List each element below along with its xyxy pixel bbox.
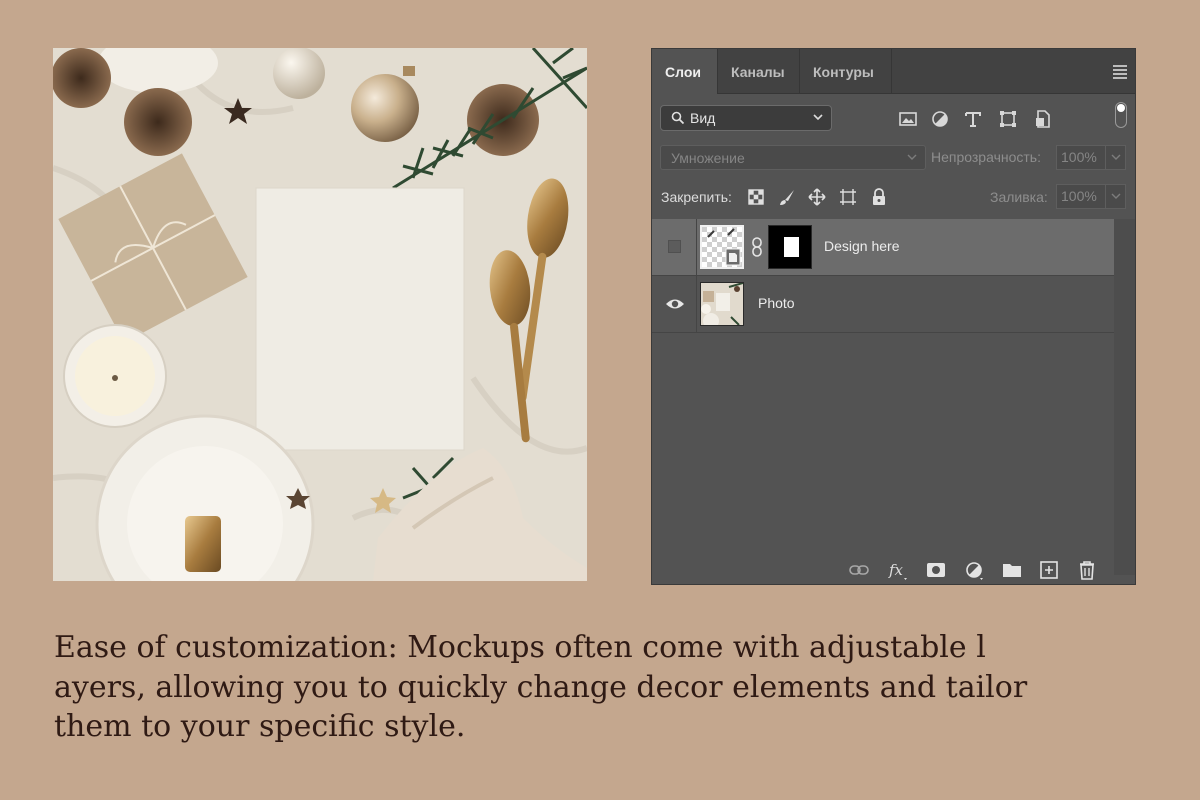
fill-dropdown-button[interactable]	[1106, 184, 1126, 209]
layer-name-photo[interactable]: Photo	[758, 295, 795, 311]
filter-shape-layers-icon[interactable]	[998, 109, 1018, 129]
opacity-input[interactable]: 100%	[1056, 145, 1106, 170]
caption-line-2: ayers, allowing you to quickly change de…	[54, 669, 1028, 705]
link-layers-icon[interactable]	[848, 559, 870, 581]
layer-visibility-toggle[interactable]	[652, 276, 697, 332]
blend-row: Умножение Непрозрачность: 100%	[652, 145, 1135, 171]
chevron-down-icon	[813, 114, 823, 121]
tab-layers[interactable]: Слои	[652, 49, 718, 94]
panel-tab-bar: Слои Каналы Контуры	[652, 49, 1135, 94]
layer-effects-fx-icon[interactable]: fx	[888, 559, 910, 581]
layer-row-design-here[interactable]: Design here	[652, 219, 1114, 276]
visibility-off-box	[668, 240, 681, 253]
layer-mask-thumbnail[interactable]	[768, 225, 812, 269]
layer-smart-object-thumbnail[interactable]	[700, 225, 744, 269]
svg-text:fx: fx	[888, 561, 904, 579]
lock-label: Закрепить:	[661, 189, 732, 205]
layer-filter-select[interactable]: Вид	[660, 105, 832, 131]
panel-menu-icon[interactable]	[1113, 65, 1127, 81]
filter-toggle-switch[interactable]	[1115, 102, 1127, 128]
caption-text: Ease of customization: Mockups often com…	[54, 628, 1054, 747]
filter-adjustment-layers-icon[interactable]	[930, 109, 950, 129]
fill-input[interactable]: 100%	[1056, 184, 1106, 209]
filter-row: Вид	[652, 102, 1135, 133]
chevron-down-icon	[1111, 154, 1121, 160]
opacity-label: Непрозрачность:	[931, 149, 1041, 165]
delete-layer-trash-icon[interactable]	[1076, 559, 1098, 581]
fill-label: Заливка:	[990, 189, 1048, 205]
filter-smart-objects-icon[interactable]	[1033, 109, 1053, 129]
new-group-folder-icon[interactable]	[1001, 559, 1023, 581]
new-layer-icon[interactable]	[1038, 559, 1060, 581]
tab-paths[interactable]: Контуры	[800, 49, 892, 93]
layer-visibility-toggle[interactable]	[652, 219, 697, 275]
mockup-photo	[53, 48, 587, 581]
blend-mode-select[interactable]: Умножение	[660, 145, 926, 170]
lock-transparent-pixels-icon[interactable]	[747, 188, 765, 206]
caption-line-1: Ease of customization: Mockups often com…	[54, 630, 986, 665]
eye-icon	[666, 299, 684, 309]
lock-position-icon[interactable]	[808, 188, 826, 206]
layers-bottom-toolbar: fx	[652, 557, 1135, 585]
tab-channels[interactable]: Каналы	[718, 49, 800, 93]
layer-row-photo[interactable]: Photo	[652, 276, 1114, 333]
search-icon	[671, 111, 685, 125]
layers-scrollbar[interactable]	[1114, 219, 1135, 575]
chevron-down-icon	[907, 154, 917, 160]
new-adjustment-layer-icon[interactable]	[963, 559, 985, 581]
add-layer-mask-icon[interactable]	[925, 559, 947, 581]
caption-line-3: them to your specific style.	[54, 709, 466, 744]
layer-photo-thumbnail[interactable]	[700, 282, 744, 326]
layers-panel: Слои Каналы Контуры Вид Умножение Непроз…	[651, 48, 1136, 585]
opacity-dropdown-button[interactable]	[1106, 145, 1126, 170]
filter-type-layers-icon[interactable]	[963, 109, 983, 129]
lock-all-icon[interactable]	[870, 188, 888, 206]
lock-image-pixels-icon[interactable]	[778, 188, 796, 206]
chain-link-icon[interactable]	[750, 237, 764, 257]
blend-mode-value: Умножение	[671, 150, 745, 166]
filter-label: Вид	[690, 110, 716, 126]
lock-row: Закрепить: Заливка: 100%	[652, 184, 1135, 210]
lock-artboard-icon[interactable]	[839, 188, 857, 206]
chevron-down-icon	[1111, 193, 1121, 199]
filter-pixel-layers-icon[interactable]	[898, 109, 918, 129]
layer-name-design-here[interactable]: Design here	[824, 238, 900, 254]
